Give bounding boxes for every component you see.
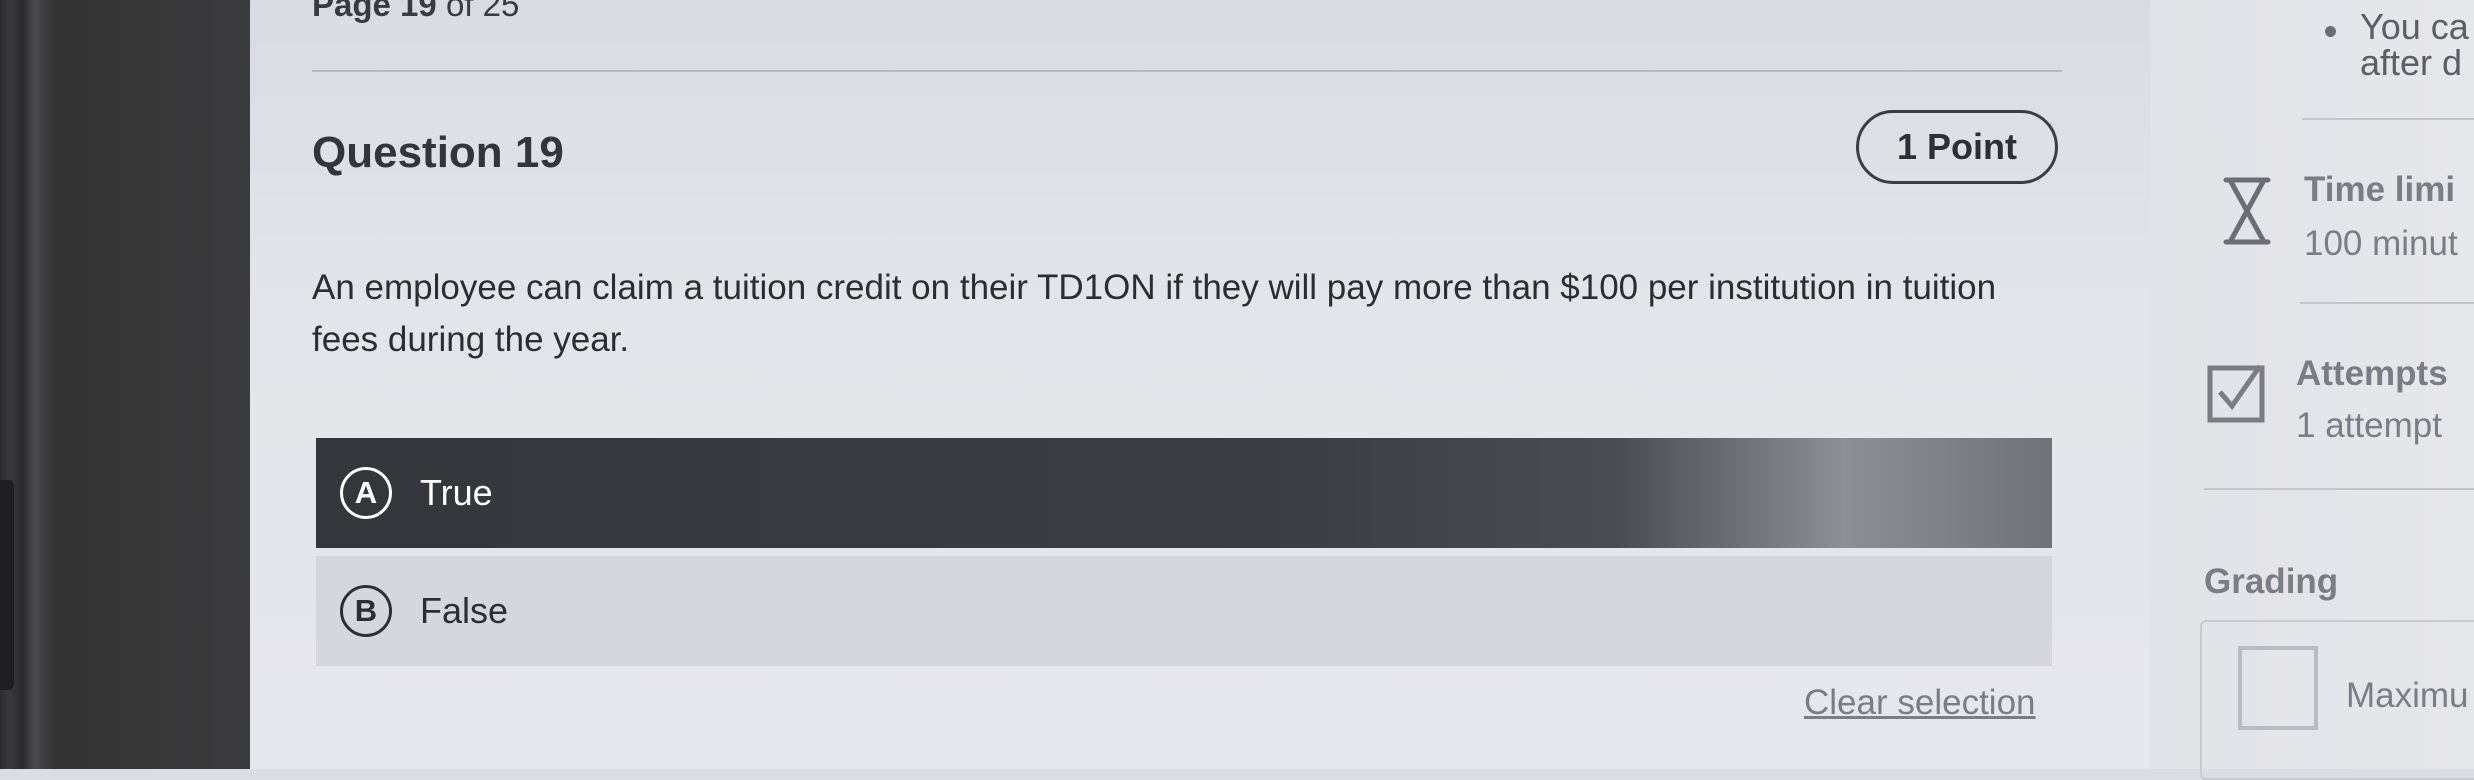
- sidebar-divider: [2300, 302, 2474, 304]
- question-text: An employee can claim a tuition credit o…: [312, 268, 1997, 359]
- page-prefix: Page: [312, 0, 391, 23]
- option-label: False: [420, 590, 509, 631]
- page-total: 25: [482, 0, 520, 23]
- clear-selection-link[interactable]: Clear selection: [1804, 683, 2036, 723]
- answer-option-b[interactable]: B False: [316, 556, 2052, 666]
- checkbox-icon: [2207, 364, 2265, 423]
- device-bezel: [0, 0, 250, 769]
- bullet-icon: [2325, 26, 2336, 37]
- option-label: True: [420, 472, 493, 513]
- device-edge: [0, 480, 14, 690]
- page-current: 19: [400, 0, 437, 23]
- hourglass-icon: [2223, 177, 2271, 245]
- option-letter: B: [340, 585, 392, 637]
- answer-option-a[interactable]: A True: [316, 438, 2052, 548]
- sidebar-divider: [2204, 488, 2474, 490]
- points-badge: 1 Point: [1856, 110, 2058, 184]
- attempts-heading: Attempts: [2296, 354, 2448, 393]
- page-indicator: Page 19 of 25: [312, 0, 519, 24]
- page-separator: of: [445, 0, 474, 23]
- question-title: Question 19: [312, 128, 564, 177]
- sidebar-divider: [2302, 118, 2474, 120]
- option-letter: A: [340, 467, 392, 519]
- square-icon: [2238, 646, 2318, 730]
- sidebar-note-line2: after d: [2360, 42, 2463, 83]
- attempts-value: 1 attempt: [2296, 406, 2442, 445]
- maximum-label: Maximu: [2346, 676, 2469, 715]
- time-limit-heading: Time limi: [2304, 170, 2456, 209]
- grading-heading: Grading: [2204, 562, 2339, 601]
- time-limit-value: 100 minut: [2304, 224, 2458, 263]
- top-divider: [312, 70, 2062, 72]
